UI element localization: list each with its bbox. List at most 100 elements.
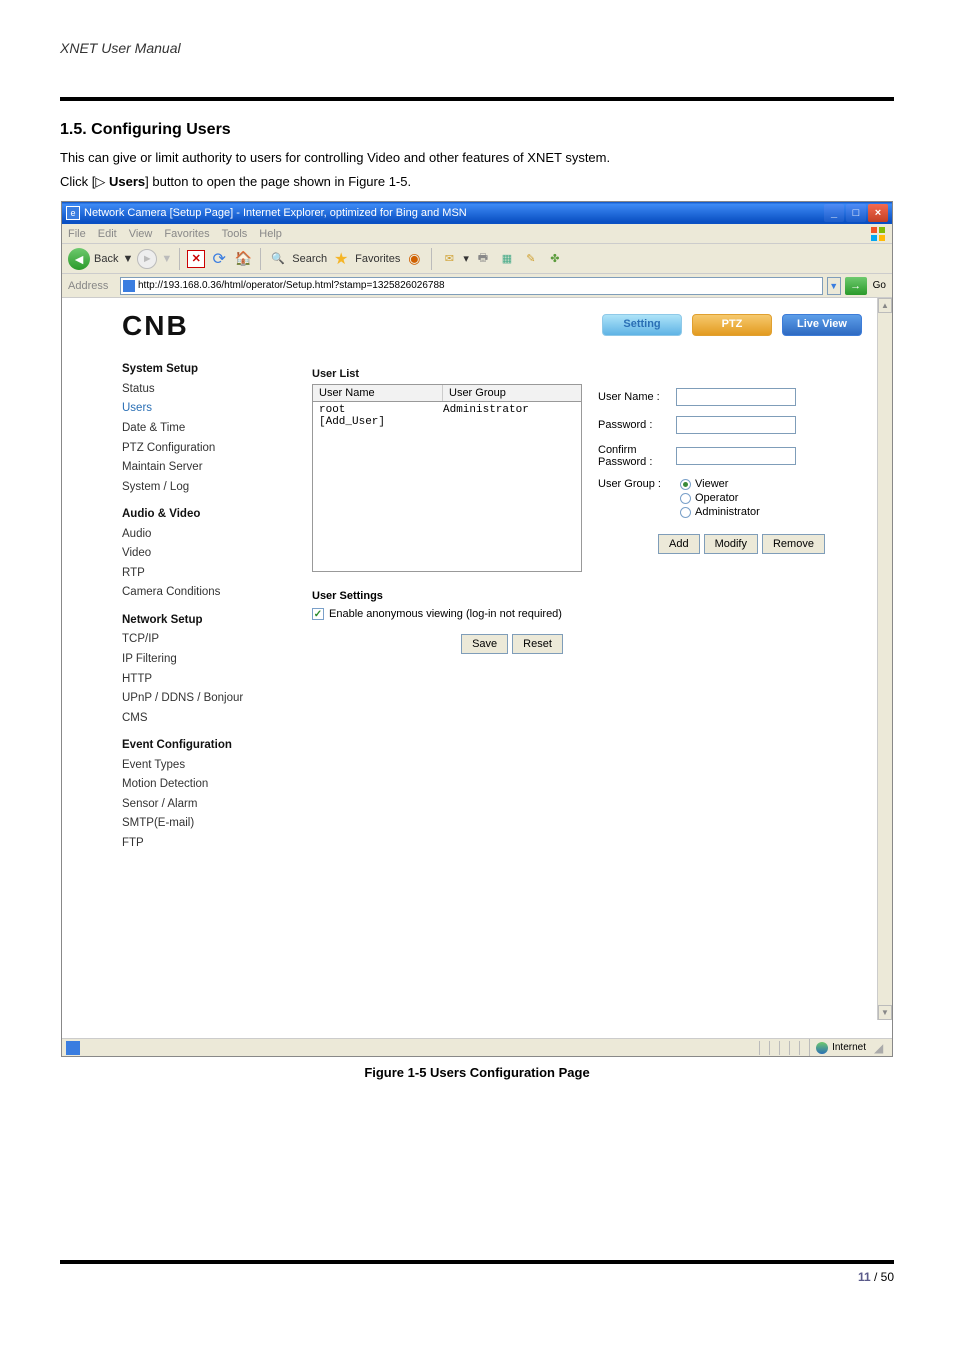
label-password: Password : bbox=[598, 419, 668, 431]
modify-button[interactable]: Modify bbox=[704, 534, 758, 554]
close-button[interactable]: × bbox=[868, 204, 888, 222]
list-row[interactable]: root Administrator bbox=[319, 404, 575, 416]
user-list-title: User List bbox=[312, 368, 852, 380]
history-icon[interactable]: ◉ bbox=[404, 249, 424, 269]
main-area: User List User Name User Group root Admi… bbox=[312, 368, 852, 654]
security-zone[interactable]: Internet bbox=[809, 1039, 872, 1056]
scroll-up-icon[interactable]: ▲ bbox=[878, 298, 892, 313]
input-confirm-password[interactable] bbox=[676, 447, 796, 465]
home-icon[interactable]: 🏠 bbox=[233, 249, 253, 269]
figure-caption: Figure 1-5 Users Configuration Page bbox=[60, 1065, 894, 1080]
toolbar-separator bbox=[179, 248, 180, 270]
back-dropdown-icon[interactable]: ▼ bbox=[122, 253, 133, 265]
sidebar-item[interactable]: Event Types bbox=[122, 756, 282, 776]
sidebar-item[interactable]: Users bbox=[122, 399, 282, 419]
radio-label-viewer: Viewer bbox=[695, 478, 728, 490]
sidebar-item[interactable]: Audio bbox=[122, 525, 282, 545]
menu-tools[interactable]: Tools bbox=[222, 228, 248, 240]
tab-ptz[interactable]: PTZ bbox=[692, 314, 772, 336]
radio-administrator[interactable] bbox=[680, 507, 691, 518]
input-password[interactable] bbox=[676, 416, 796, 434]
url-dropdown-icon[interactable]: ▼ bbox=[827, 277, 841, 295]
sidebar-item[interactable]: HTTP bbox=[122, 670, 282, 690]
list-row[interactable]: [Add_User] bbox=[319, 416, 575, 428]
sidebar-item[interactable]: PTZ Configuration bbox=[122, 439, 282, 459]
footer-rule bbox=[60, 1260, 894, 1264]
toolbar-separator bbox=[260, 248, 261, 270]
save-button[interactable]: Save bbox=[461, 634, 508, 654]
page-number: 11 / 50 bbox=[60, 1270, 894, 1284]
user-list-box[interactable]: root Administrator [Add_User] bbox=[312, 402, 582, 572]
menu-file[interactable]: File bbox=[68, 228, 86, 240]
sidebar-item[interactable]: Motion Detection bbox=[122, 775, 282, 795]
messenger-icon[interactable]: ✤ bbox=[545, 249, 565, 269]
sidebar-item[interactable]: SMTP(E-mail) bbox=[122, 814, 282, 834]
tab-setting[interactable]: Setting bbox=[602, 314, 682, 336]
mail-dropdown-icon[interactable]: ▾ bbox=[463, 252, 469, 265]
header-rule bbox=[60, 97, 894, 101]
print-icon[interactable]: 🖶 bbox=[473, 249, 493, 269]
menu-bar: File Edit View Favorites Tools Help bbox=[62, 224, 892, 244]
label-usergroup: User Group : bbox=[598, 478, 668, 490]
edit-icon[interactable]: ▦ bbox=[497, 249, 517, 269]
header-username: User Name bbox=[313, 385, 443, 401]
remove-button[interactable]: Remove bbox=[762, 534, 825, 554]
url-input[interactable]: http://193.168.0.36/html/operator/Setup.… bbox=[120, 277, 823, 295]
menu-edit[interactable]: Edit bbox=[98, 228, 117, 240]
sidebar-item[interactable]: Sensor / Alarm bbox=[122, 795, 282, 815]
sidebar-item[interactable]: Maintain Server bbox=[122, 458, 282, 478]
mail-icon[interactable]: ✉ bbox=[439, 249, 459, 269]
back-label[interactable]: Back bbox=[94, 253, 118, 265]
sidebar-item[interactable]: Video bbox=[122, 544, 282, 564]
sidebar-item[interactable]: Camera Conditions bbox=[122, 583, 282, 603]
sidebar-item[interactable]: IP Filtering bbox=[122, 650, 282, 670]
manual-title: XNET User Manual bbox=[60, 40, 894, 62]
maximize-button[interactable]: □ bbox=[846, 204, 866, 222]
input-username[interactable] bbox=[676, 388, 796, 406]
sidebar-item[interactable]: Date & Time bbox=[122, 419, 282, 439]
address-bar: Address http://193.168.0.36/html/operato… bbox=[62, 274, 892, 298]
vertical-scrollbar[interactable]: ▲ ▼ bbox=[877, 298, 892, 1020]
sidebar-item[interactable]: CMS bbox=[122, 709, 282, 729]
user-list-headers: User Name User Group bbox=[312, 384, 582, 402]
resize-grip-icon[interactable]: ◢ bbox=[874, 1041, 888, 1055]
menu-favorites[interactable]: Favorites bbox=[164, 228, 209, 240]
forward-dropdown-icon[interactable]: ▼ bbox=[161, 253, 172, 265]
back-button-icon[interactable]: ◄ bbox=[68, 248, 90, 270]
tab-live-view[interactable]: Live View bbox=[782, 314, 862, 336]
sidebar: System SetupStatusUsersDate & TimePTZ Co… bbox=[122, 360, 282, 853]
forward-button-icon[interactable]: ► bbox=[137, 249, 157, 269]
minimize-button[interactable]: _ bbox=[824, 204, 844, 222]
status-ie-icon bbox=[66, 1041, 80, 1055]
go-label: Go bbox=[873, 280, 886, 291]
radio-operator[interactable] bbox=[680, 493, 691, 504]
favorites-label[interactable]: Favorites bbox=[355, 253, 400, 265]
menu-help[interactable]: Help bbox=[259, 228, 282, 240]
section-paragraph-1: This can give or limit authority to user… bbox=[60, 149, 894, 167]
scroll-down-icon[interactable]: ▼ bbox=[878, 1005, 892, 1020]
search-icon[interactable]: 🔍 bbox=[268, 249, 288, 269]
sidebar-item[interactable]: UPnP / DDNS / Bonjour bbox=[122, 689, 282, 709]
favorites-star-icon[interactable]: ★ bbox=[331, 249, 351, 269]
reset-button[interactable]: Reset bbox=[512, 634, 563, 654]
checkbox-anonymous[interactable]: ✓ bbox=[312, 608, 324, 620]
discuss-icon[interactable]: ✎ bbox=[521, 249, 541, 269]
sidebar-item[interactable]: Status bbox=[122, 380, 282, 400]
radio-viewer[interactable] bbox=[680, 479, 691, 490]
go-button[interactable]: → bbox=[845, 277, 867, 295]
sidebar-item[interactable]: RTP bbox=[122, 564, 282, 584]
sidebar-item[interactable]: FTP bbox=[122, 834, 282, 854]
sidebar-item[interactable]: System / Log bbox=[122, 478, 282, 498]
favicon-icon bbox=[123, 280, 135, 292]
menu-view[interactable]: View bbox=[129, 228, 153, 240]
stop-icon[interactable]: ✕ bbox=[187, 250, 205, 268]
windows-flag-icon bbox=[870, 226, 886, 242]
sidebar-item[interactable]: TCP/IP bbox=[122, 630, 282, 650]
globe-icon bbox=[816, 1042, 828, 1054]
search-label[interactable]: Search bbox=[292, 253, 327, 265]
refresh-icon[interactable]: ⟳ bbox=[209, 249, 229, 269]
label-anonymous: Enable anonymous viewing (log-in not req… bbox=[329, 608, 562, 620]
add-button[interactable]: Add bbox=[658, 534, 700, 554]
browser-window: e Network Camera [Setup Page] - Internet… bbox=[61, 201, 893, 1057]
sidebar-section-title: Audio & Video bbox=[122, 505, 282, 525]
